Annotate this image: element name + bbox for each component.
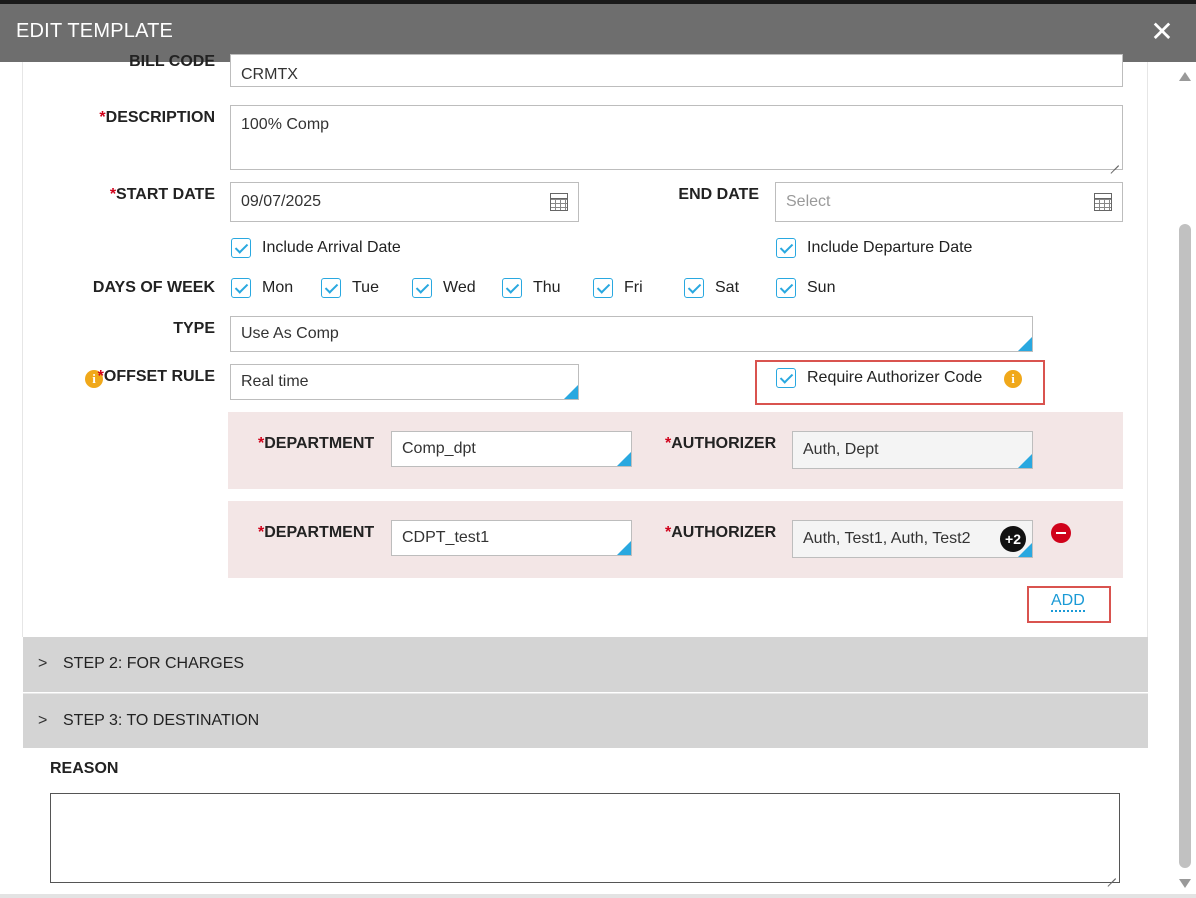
- day-checkbox-thu[interactable]: Thu: [502, 278, 561, 298]
- start-date-value: 09/07/2025: [241, 193, 322, 210]
- dropdown-corner-icon[interactable]: [1018, 337, 1032, 351]
- day-checkbox-mon[interactable]: Mon: [231, 278, 293, 298]
- offset-rule-value: Real time: [241, 373, 309, 390]
- authorizer-label: *AUTHORIZER: [665, 524, 777, 541]
- day-checkbox-fri[interactable]: Fri: [593, 278, 643, 298]
- minus-circle-icon[interactable]: [1051, 523, 1071, 543]
- bill-code-value: CRMTX: [241, 65, 298, 83]
- calendar-icon[interactable]: [1094, 193, 1112, 211]
- checkbox-checked-icon[interactable]: [502, 278, 522, 298]
- step1-panel: BILL CODE CRMTX *DESCRIPTION 100% Comp *…: [22, 53, 1148, 637]
- description-label: *DESCRIPTION: [99, 109, 215, 126]
- checkbox-checked-icon[interactable]: [776, 368, 796, 388]
- require-authorizer-checkbox[interactable]: Require Authorizer Code: [776, 368, 982, 388]
- dropdown-corner-icon[interactable]: [617, 452, 631, 466]
- resize-handle-icon[interactable]: [1108, 871, 1116, 879]
- chevron-right-icon[interactable]: >: [38, 712, 47, 730]
- end-date-label: END DATE: [678, 186, 759, 203]
- type-select[interactable]: Use As Comp: [230, 316, 1033, 352]
- scroll-down-arrow-icon[interactable]: [1179, 879, 1191, 888]
- step-3-header[interactable]: > STEP 3: TO DESTINATION: [23, 693, 1148, 748]
- close-icon[interactable]: ✕: [1150, 18, 1174, 46]
- step-3-label: STEP 3: TO DESTINATION: [63, 712, 260, 729]
- department-select[interactable]: Comp_dpt: [391, 431, 632, 467]
- include-departure-checkbox[interactable]: Include Departure Date: [776, 238, 972, 258]
- bill-code-field[interactable]: CRMTX: [230, 54, 1123, 87]
- dialog-bottom-border: [0, 894, 1196, 898]
- dropdown-corner-icon[interactable]: [1018, 454, 1032, 468]
- day-checkbox-sun[interactable]: Sun: [776, 278, 835, 298]
- scrollbar[interactable]: [1174, 62, 1196, 894]
- checkbox-checked-icon[interactable]: [593, 278, 613, 298]
- authorizer-select[interactable]: Auth, Dept: [792, 431, 1033, 469]
- checkbox-checked-icon[interactable]: [321, 278, 341, 298]
- dialog-title: EDIT TEMPLATE: [16, 20, 174, 42]
- type-value: Use As Comp: [241, 325, 339, 342]
- checkbox-checked-icon[interactable]: [776, 238, 796, 258]
- start-date-input[interactable]: 09/07/2025: [230, 182, 579, 222]
- authorizer-value: Auth, Dept: [803, 441, 879, 458]
- offset-rule-select[interactable]: Real time: [230, 364, 579, 400]
- offset-rule-label: *OFFSET RULE: [97, 368, 215, 385]
- info-icon[interactable]: i: [1004, 370, 1022, 388]
- authorizer-select[interactable]: Auth, Test1, Auth, Test2 +2: [792, 520, 1033, 558]
- authorizer-value: Auth, Test1, Auth, Test2: [803, 530, 971, 547]
- description-textarea[interactable]: 100% Comp: [230, 105, 1123, 170]
- checkbox-checked-icon[interactable]: [684, 278, 704, 298]
- description-value: 100% Comp: [241, 116, 330, 133]
- add-link[interactable]: ADD: [1051, 592, 1085, 612]
- department-select[interactable]: CDPT_test1: [391, 520, 632, 556]
- checkbox-checked-icon[interactable]: [776, 278, 796, 298]
- dropdown-corner-icon[interactable]: [1018, 543, 1032, 557]
- dropdown-corner-icon[interactable]: [617, 541, 631, 555]
- step-2-label: STEP 2: FOR CHARGES: [63, 655, 245, 672]
- day-checkbox-sat[interactable]: Sat: [684, 278, 739, 298]
- type-label: TYPE: [173, 320, 215, 337]
- checkbox-checked-icon[interactable]: [231, 238, 251, 258]
- dropdown-corner-icon[interactable]: [564, 385, 578, 399]
- scrollbar-thumb[interactable]: [1179, 224, 1191, 868]
- checkbox-checked-icon[interactable]: [412, 278, 432, 298]
- end-date-input[interactable]: Select: [775, 182, 1123, 222]
- day-checkbox-wed[interactable]: Wed: [412, 278, 476, 298]
- resize-handle-icon[interactable]: [1111, 158, 1119, 166]
- include-arrival-checkbox[interactable]: Include Arrival Date: [231, 238, 401, 258]
- reason-label: REASON: [50, 760, 119, 777]
- calendar-icon[interactable]: [550, 193, 568, 211]
- authorizer-label: *AUTHORIZER: [665, 435, 777, 452]
- department-label: *DEPARTMENT: [258, 524, 375, 541]
- scroll-up-arrow-icon[interactable]: [1179, 72, 1191, 81]
- day-checkbox-tue[interactable]: Tue: [321, 278, 379, 298]
- reason-textarea[interactable]: [50, 793, 1120, 883]
- department-row: *DEPARTMENT CDPT_test1 *AUTHORIZER Auth,…: [228, 501, 1123, 578]
- bill-code-label: BILL CODE: [129, 53, 215, 70]
- department-row: *DEPARTMENT Comp_dpt *AUTHORIZER Auth, D…: [228, 412, 1123, 489]
- department-value: CDPT_test1: [402, 529, 490, 546]
- days-of-week-label: DAYS OF WEEK: [92, 279, 215, 296]
- start-date-label: *START DATE: [109, 186, 215, 203]
- checkbox-checked-icon[interactable]: [231, 278, 251, 298]
- chevron-right-icon[interactable]: >: [38, 655, 47, 673]
- step-2-header[interactable]: > STEP 2: FOR CHARGES: [23, 637, 1148, 692]
- end-date-placeholder: Select: [786, 193, 831, 210]
- department-label: *DEPARTMENT: [258, 435, 375, 452]
- department-value: Comp_dpt: [402, 440, 476, 457]
